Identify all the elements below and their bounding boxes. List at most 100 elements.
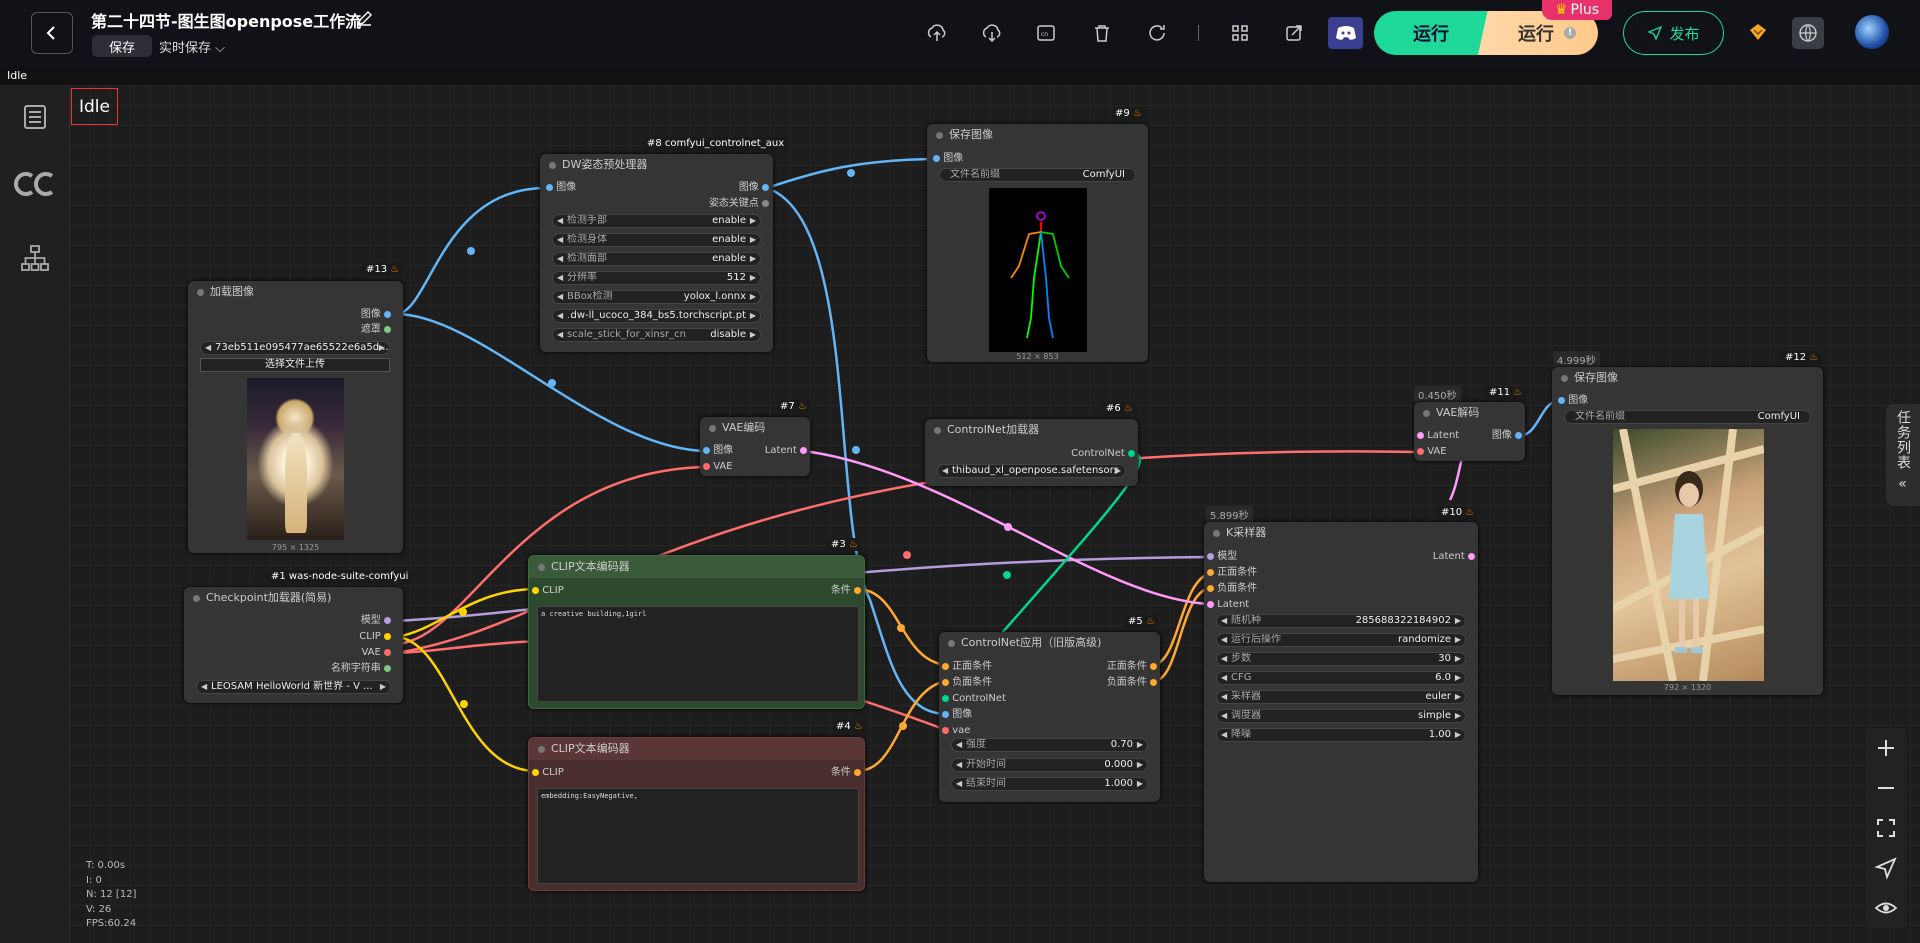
image-file-select[interactable]: ◀ 73eb511e095477ae65522e6a5d ... ▶ bbox=[200, 341, 390, 355]
widget-1[interactable]: ◀ 开始时间 0.000 ▶ bbox=[951, 757, 1148, 772]
node-load-image[interactable]: 加载图像 图像 遮罩 ◀ 73eb511e095477ae65522e6a5d .… bbox=[188, 281, 403, 553]
input-image[interactable]: 图像 bbox=[942, 709, 972, 721]
node-controlnet-loader[interactable]: ControlNet加载器 ControlNet ◀ thibaud_xl_ope… bbox=[925, 419, 1138, 486]
controlnet-model-select[interactable]: ◀ thibaud_xl_openpose.safetensors ▶ bbox=[937, 464, 1126, 478]
caption-icon[interactable]: cn bbox=[1034, 21, 1058, 45]
plus-label: Plus bbox=[1570, 2, 1600, 18]
widget-3[interactable]: ◀ 分辨率 512 ▶ bbox=[552, 271, 761, 285]
input-image[interactable]: 图像 bbox=[546, 182, 576, 194]
input-clip[interactable]: CLIP bbox=[532, 585, 564, 597]
output-keypoints[interactable]: 姿态关键点 bbox=[709, 198, 769, 210]
widget-1[interactable]: ◀ 检测身体 enable ▶ bbox=[552, 233, 761, 247]
output-latent[interactable]: Latent bbox=[765, 445, 807, 457]
prompt-textarea[interactable]: a creative building,1girl bbox=[537, 606, 859, 702]
publish-button[interactable]: 发布 bbox=[1623, 11, 1724, 55]
input-clip[interactable]: CLIP bbox=[532, 767, 564, 779]
upload-icon[interactable] bbox=[925, 21, 949, 45]
node-controlnet-apply[interactable]: ControlNet应用（旧版高级) 正面条件 负面条件 ControlNet … bbox=[939, 632, 1160, 802]
widget-2[interactable]: ◀ 步数 30 ▶ bbox=[1216, 652, 1466, 666]
trash-icon[interactable] bbox=[1090, 21, 1114, 45]
widget-6[interactable]: ◀ scale_stick_for_xinsr_cn disable ▶ bbox=[552, 328, 761, 342]
input-negative[interactable]: 负面条件 bbox=[1207, 583, 1257, 595]
output-image[interactable]: 图像 bbox=[1492, 430, 1522, 442]
input-positive[interactable]: 正面条件 bbox=[942, 661, 992, 673]
zoom-in-icon[interactable] bbox=[1874, 736, 1898, 760]
input-positive[interactable]: 正面条件 bbox=[1207, 567, 1257, 579]
widget-4[interactable]: ◀ BBox检测 yolox_l.onnx ▶ bbox=[552, 290, 761, 304]
output-vae[interactable]: VAE bbox=[361, 647, 391, 659]
output-image[interactable]: 图像 bbox=[739, 182, 769, 194]
discord-button[interactable] bbox=[1328, 17, 1363, 49]
upload-button[interactable]: 选择文件上传 bbox=[200, 358, 390, 372]
input-model[interactable]: 模型 bbox=[1207, 551, 1237, 563]
widget-6[interactable]: ◀ 降噪 1.00 ▶ bbox=[1216, 728, 1466, 742]
widget-value: 1.000 bbox=[1104, 778, 1133, 789]
gem-icon[interactable] bbox=[1744, 19, 1772, 47]
negative-prompt-textarea[interactable]: embedding:EasyNegative, bbox=[537, 788, 859, 884]
input-vae[interactable]: VAE bbox=[703, 461, 733, 473]
widget-1[interactable]: ◀ 运行后操作 randomize ▶ bbox=[1216, 633, 1466, 647]
avatar[interactable] bbox=[1855, 15, 1889, 49]
filename-prefix-field[interactable]: 文件名前缀 ComfyUI bbox=[1564, 410, 1811, 424]
widget-4[interactable]: ◀ 采样器 euler ▶ bbox=[1216, 690, 1466, 704]
widget-0[interactable]: ◀ 强度 0.70 ▶ bbox=[951, 738, 1148, 752]
output-mask[interactable]: 遮罩 bbox=[361, 324, 391, 336]
download-icon[interactable] bbox=[980, 21, 1004, 45]
input-image[interactable]: 图像 bbox=[1558, 395, 1588, 407]
refresh-icon[interactable] bbox=[1145, 21, 1169, 45]
output-name-string[interactable]: 名称字符串 bbox=[331, 663, 391, 675]
output-positive[interactable]: 正面条件 bbox=[1107, 661, 1157, 673]
output-conditioning[interactable]: 条件 bbox=[831, 767, 861, 779]
widget-0[interactable]: ◀ 检测手部 enable ▶ bbox=[552, 214, 761, 228]
input-latent[interactable]: Latent bbox=[1207, 599, 1249, 611]
widget-5[interactable]: ◀... dw-ll_ucoco_384_bs5.torchscript.pt ▶ bbox=[552, 309, 761, 323]
output-image[interactable]: 图像 bbox=[361, 309, 391, 321]
input-vae[interactable]: vae bbox=[942, 725, 970, 737]
output-latent[interactable]: Latent bbox=[1433, 551, 1475, 563]
language-button[interactable] bbox=[1792, 17, 1824, 49]
input-image[interactable]: 图像 bbox=[933, 153, 963, 165]
grid-icon[interactable] bbox=[1228, 21, 1252, 45]
output-clip[interactable]: CLIP bbox=[359, 631, 391, 643]
hierarchy-icon[interactable] bbox=[21, 245, 49, 271]
fit-view-icon[interactable] bbox=[1874, 816, 1898, 840]
edit-icon[interactable] bbox=[356, 9, 374, 27]
run-button[interactable]: 运行 bbox=[1374, 11, 1488, 55]
node-vae-encode[interactable]: VAE编码 图像 VAE Latent bbox=[700, 417, 810, 476]
zoom-out-icon[interactable] bbox=[1874, 776, 1898, 800]
save-button[interactable]: 保存 bbox=[92, 35, 152, 57]
back-button[interactable] bbox=[31, 12, 73, 54]
output-controlnet[interactable]: ControlNet bbox=[1071, 448, 1135, 460]
cc-logo-icon[interactable] bbox=[12, 170, 58, 198]
input-latent[interactable]: Latent bbox=[1417, 430, 1459, 442]
arrow-right-icon: ▶ bbox=[1114, 466, 1121, 475]
navigate-icon[interactable] bbox=[1874, 856, 1898, 880]
output-model[interactable]: 模型 bbox=[361, 615, 391, 627]
checkpoint-select[interactable]: ◀ LEOSAM HelloWorld 新世界 - V ... ▶ bbox=[196, 680, 391, 694]
widget-2[interactable]: ◀ 检测面部 enable ▶ bbox=[552, 252, 761, 266]
input-negative[interactable]: 负面条件 bbox=[942, 677, 992, 689]
output-negative[interactable]: 负面条件 bbox=[1107, 677, 1157, 689]
widget-5[interactable]: ◀ 调度器 simple ▶ bbox=[1216, 709, 1466, 723]
node-ksampler[interactable]: K采样器 模型 正面条件 负面条件 Latent Latent ◀ 随机种 2856… bbox=[1204, 522, 1478, 882]
node-dw-pose[interactable]: DW姿态预处理器 图像 图像 姿态关键点 ◀ 检测手部 enable ▶ ◀ 检测身体 en… bbox=[540, 154, 773, 352]
input-controlnet[interactable]: ControlNet bbox=[942, 693, 1006, 705]
input-image[interactable]: 图像 bbox=[703, 445, 733, 457]
node-vae-decode[interactable]: VAE解码 Latent VAE 图像 bbox=[1414, 402, 1525, 461]
node-save-image-12[interactable]: 保存图像 图像 文件名前缀 ComfyUI 792 × 1320 bbox=[1552, 367, 1823, 695]
widget-0[interactable]: ◀ 随机种 285688322184902 ▶ bbox=[1216, 614, 1466, 628]
task-list-tab[interactable]: 任务列表 « bbox=[1886, 404, 1920, 506]
node-save-image-9[interactable]: 保存图像 图像 文件名前缀 ComfyUI 512 × 853 bbox=[927, 124, 1148, 362]
eye-icon[interactable] bbox=[1874, 896, 1898, 920]
document-icon[interactable] bbox=[22, 104, 48, 130]
autosave-dropdown[interactable]: 实时保存 ⌵ bbox=[159, 37, 225, 56]
widget-3[interactable]: ◀ CFG 6.0 ▶ bbox=[1216, 671, 1466, 685]
node-clip-text-positive[interactable]: CLIP文本编码器 CLIP 条件 a creative building,1g… bbox=[528, 555, 865, 709]
node-checkpoint-loader[interactable]: Checkpoint加载器(简易) 模型 CLIP VAE 名称字符串 ◀ LEO… bbox=[184, 587, 403, 703]
input-vae[interactable]: VAE bbox=[1417, 446, 1447, 458]
share-icon[interactable] bbox=[1282, 21, 1306, 45]
node-clip-text-negative[interactable]: CLIP文本编码器 CLIP 条件 embedding:EasyNegative… bbox=[528, 737, 865, 891]
output-conditioning[interactable]: 条件 bbox=[831, 585, 861, 597]
widget-2[interactable]: ◀ 结束时间 1.000 ▶ bbox=[951, 777, 1148, 791]
filename-prefix-field[interactable]: 文件名前缀 ComfyUI bbox=[939, 168, 1136, 182]
